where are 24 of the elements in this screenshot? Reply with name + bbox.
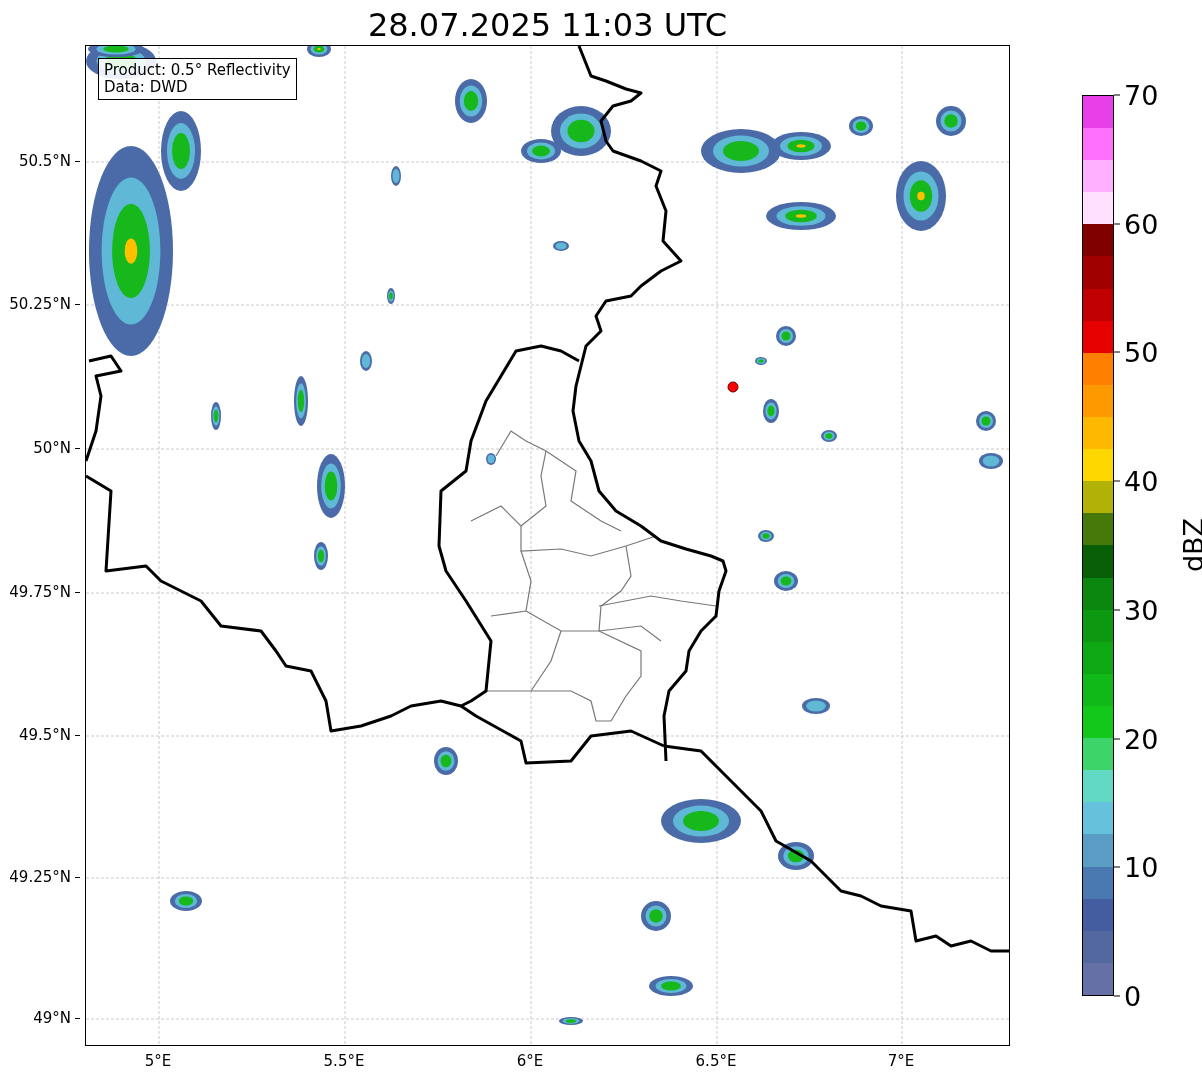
- tick-label: 49.5°N: [18, 726, 71, 744]
- tick-label: 49°N: [33, 1009, 71, 1027]
- tick-label: 50.5°N: [18, 152, 71, 170]
- chart-title: 28.07.2025 11:03 UTC: [366, 5, 729, 46]
- tick-label: 30: [1124, 596, 1159, 624]
- tick-label: 0: [1124, 982, 1142, 1010]
- tick-label: 50: [1124, 338, 1159, 366]
- tick-label: 50°N: [33, 439, 71, 457]
- tick-label: 6.5°E: [695, 1052, 737, 1070]
- tick-label: 50.25°N: [9, 295, 71, 313]
- tick-label: 5.5°E: [323, 1052, 365, 1070]
- tick-label: 49.25°N: [9, 868, 71, 886]
- tick-label: 60: [1124, 210, 1159, 238]
- tick-label: 49.75°N: [9, 583, 71, 601]
- tick-label: 7°E: [887, 1052, 915, 1070]
- legend-text: Product: 0.5° Reflectivity: [104, 62, 291, 79]
- legend-text: Data: DWD: [104, 79, 189, 96]
- location-marker-icon: [727, 381, 739, 393]
- tick-label: 6°E: [516, 1052, 544, 1070]
- tick-label: 20: [1124, 725, 1159, 753]
- tick-label: 10: [1124, 853, 1159, 881]
- tick-label: 70: [1124, 81, 1159, 109]
- tick-label: 40: [1124, 467, 1159, 495]
- tick-label: 5°E: [144, 1052, 172, 1070]
